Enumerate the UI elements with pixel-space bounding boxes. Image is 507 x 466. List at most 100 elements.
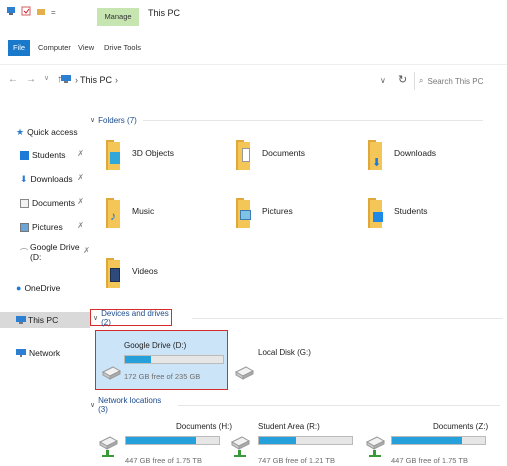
title-bar: = Manage This PC xyxy=(0,0,507,26)
folder-documents[interactable]: Documents xyxy=(236,138,305,178)
folder-downloads[interactable]: ⬇ Downloads xyxy=(368,138,436,178)
tab-view[interactable]: View xyxy=(78,40,94,56)
folder-3d-objects[interactable]: 3D Objects xyxy=(106,138,174,178)
group-header-devices[interactable]: ∨ Devices and drives (2) xyxy=(93,309,503,327)
divider xyxy=(142,119,483,121)
pin-icon[interactable]: ✗ xyxy=(77,173,84,182)
drive-usage-bar xyxy=(124,355,224,364)
content-pane: ∨ Folders (7) 3D Objects Documents ⬇ Dow… xyxy=(90,100,507,466)
download-folder-icon: ⬇ xyxy=(368,138,384,172)
checkbox-icon[interactable] xyxy=(21,6,31,19)
address-dropdown-icon[interactable]: ∨ xyxy=(380,76,386,85)
sidebar-item-label: Google Drive (D: xyxy=(30,242,80,262)
search-box[interactable]: ⌕ Search This PC xyxy=(414,72,502,90)
network-drive-icon xyxy=(98,434,119,457)
pictures-icon xyxy=(20,222,29,232)
folder-label: Videos xyxy=(132,266,158,276)
drive-usage-bar xyxy=(391,436,486,445)
search-placeholder: Search This PC xyxy=(427,76,484,86)
chevron-down-icon[interactable]: ∨ xyxy=(90,401,95,409)
divider xyxy=(178,404,500,406)
navigation-pane: ★ Quick access Students ✗ ⬇ Downloads ✗ … xyxy=(0,100,90,466)
star-icon: ★ xyxy=(16,126,25,137)
cube-icon xyxy=(106,138,122,172)
tab-computer[interactable]: Computer xyxy=(38,40,71,56)
sidebar-item-students[interactable]: Students ✗ xyxy=(0,147,90,163)
chevron-down-icon[interactable]: ∨ xyxy=(93,314,98,322)
navigation-buttons: ← → ∨ ↑ xyxy=(8,74,62,85)
group-title: Network locations (3) xyxy=(98,396,162,414)
drive-label: Local Disk (G:) xyxy=(258,348,311,357)
sidebar-item-downloads[interactable]: ⬇ Downloads ✗ xyxy=(0,171,90,187)
forward-arrow-icon[interactable]: → xyxy=(26,74,36,85)
chevron-down-icon[interactable]: ∨ xyxy=(90,116,95,124)
group-title: Folders (7) xyxy=(98,115,137,125)
sidebar-item-quick-access[interactable]: ★ Quick access xyxy=(0,124,90,140)
drive-local-disk[interactable]: Local Disk (G:) xyxy=(234,334,354,388)
sidebar-item-label: This PC xyxy=(28,315,59,325)
folder-label: Pictures xyxy=(262,206,293,216)
folder-icon[interactable] xyxy=(36,6,46,19)
customize-toolbar-icon[interactable]: = xyxy=(51,8,56,17)
drive-label: Student Area (R:) xyxy=(258,422,320,431)
computer-icon xyxy=(16,315,26,326)
drive-icon: ⌒ xyxy=(20,247,28,257)
folder-label: 3D Objects xyxy=(132,148,175,158)
folder-music[interactable]: ♪ Music xyxy=(106,196,154,236)
address-bar[interactable]: › This PC › xyxy=(60,70,415,90)
folder-label: Students xyxy=(394,206,428,216)
pin-icon[interactable]: ✗ xyxy=(77,197,84,206)
back-arrow-icon[interactable]: ← xyxy=(8,74,18,85)
drive-free-space: 747 GB free of 1.21 TB xyxy=(258,456,335,465)
drive-usage-fill xyxy=(392,437,462,444)
quick-access-toolbar: = xyxy=(6,6,56,19)
folder-label: Music xyxy=(132,206,155,216)
network-location-documents-z[interactable]: Documents (Z:) 447 GB free of 1.75 TB xyxy=(365,418,490,465)
tab-drive-tools[interactable]: Drive Tools xyxy=(104,40,141,56)
drive-usage-bar xyxy=(125,436,220,445)
refresh-icon[interactable]: ↻ xyxy=(398,73,407,86)
address-row: ← → ∨ ↑ › This PC › ∨ ↻ ⌕ Search This PC xyxy=(0,64,507,92)
chevron-right-icon[interactable]: › xyxy=(75,75,78,85)
group-header-network[interactable]: ∨ Network locations (3) xyxy=(90,396,500,414)
pictures-folder-icon xyxy=(236,196,252,230)
drive-google-drive[interactable]: Google Drive (D:) 172 GB free of 235 GB xyxy=(101,334,227,388)
drive-usage-fill xyxy=(126,437,196,444)
sidebar-item-documents[interactable]: Documents ✗ xyxy=(0,195,90,211)
pin-icon[interactable]: ✗ xyxy=(77,149,84,158)
sidebar-item-this-pc[interactable]: This PC xyxy=(0,312,90,328)
pin-icon[interactable]: ✗ xyxy=(83,246,90,255)
tab-file[interactable]: File xyxy=(8,40,30,56)
network-drive-icon xyxy=(230,434,251,457)
group-title: Devices and drives (2) xyxy=(101,309,169,327)
sidebar-item-google-drive[interactable]: ⌒ Google Drive (D: ✗ xyxy=(0,242,90,262)
chevron-right-icon[interactable]: › xyxy=(115,75,118,85)
document-folder-icon xyxy=(236,138,252,172)
drive-usage-bar xyxy=(258,436,353,445)
network-location-documents-h[interactable]: Documents (H:) 447 GB free of 1.75 TB xyxy=(98,418,232,465)
sidebar-item-onedrive[interactable]: ● OneDrive xyxy=(0,280,90,296)
breadcrumb-this-pc[interactable]: This PC xyxy=(80,75,112,85)
sidebar-item-label: Students xyxy=(32,150,66,160)
sidebar-item-network[interactable]: Network xyxy=(0,345,90,361)
sidebar-item-pictures[interactable]: Pictures ✗ xyxy=(0,219,90,235)
tab-manage[interactable]: Manage xyxy=(97,8,139,26)
drive-label: Documents (H:) xyxy=(176,422,233,431)
pin-icon[interactable]: ✗ xyxy=(77,221,84,230)
computer-icon xyxy=(60,74,72,86)
folder-students[interactable]: Students xyxy=(368,196,428,236)
group-header-folders[interactable]: ∨ Folders (7) xyxy=(90,113,500,127)
drive-icon xyxy=(234,364,255,380)
computer-icon[interactable] xyxy=(6,6,16,19)
folder-pictures[interactable]: Pictures xyxy=(236,196,293,236)
sidebar-item-label: Documents xyxy=(32,198,75,208)
drive-usage-fill xyxy=(259,437,297,444)
drive-free-space: 447 GB free of 1.75 TB xyxy=(125,456,202,465)
network-location-student-area[interactable]: Student Area (R:) 747 GB free of 1.21 TB xyxy=(230,418,355,465)
cloud-icon: ● xyxy=(16,283,22,293)
recent-chevron-icon[interactable]: ∨ xyxy=(44,74,49,85)
folder-videos[interactable]: Videos xyxy=(106,256,158,296)
network-icon xyxy=(16,348,26,359)
drive-free-space: 447 GB free of 1.75 TB xyxy=(391,456,468,465)
video-folder-icon xyxy=(106,256,122,290)
